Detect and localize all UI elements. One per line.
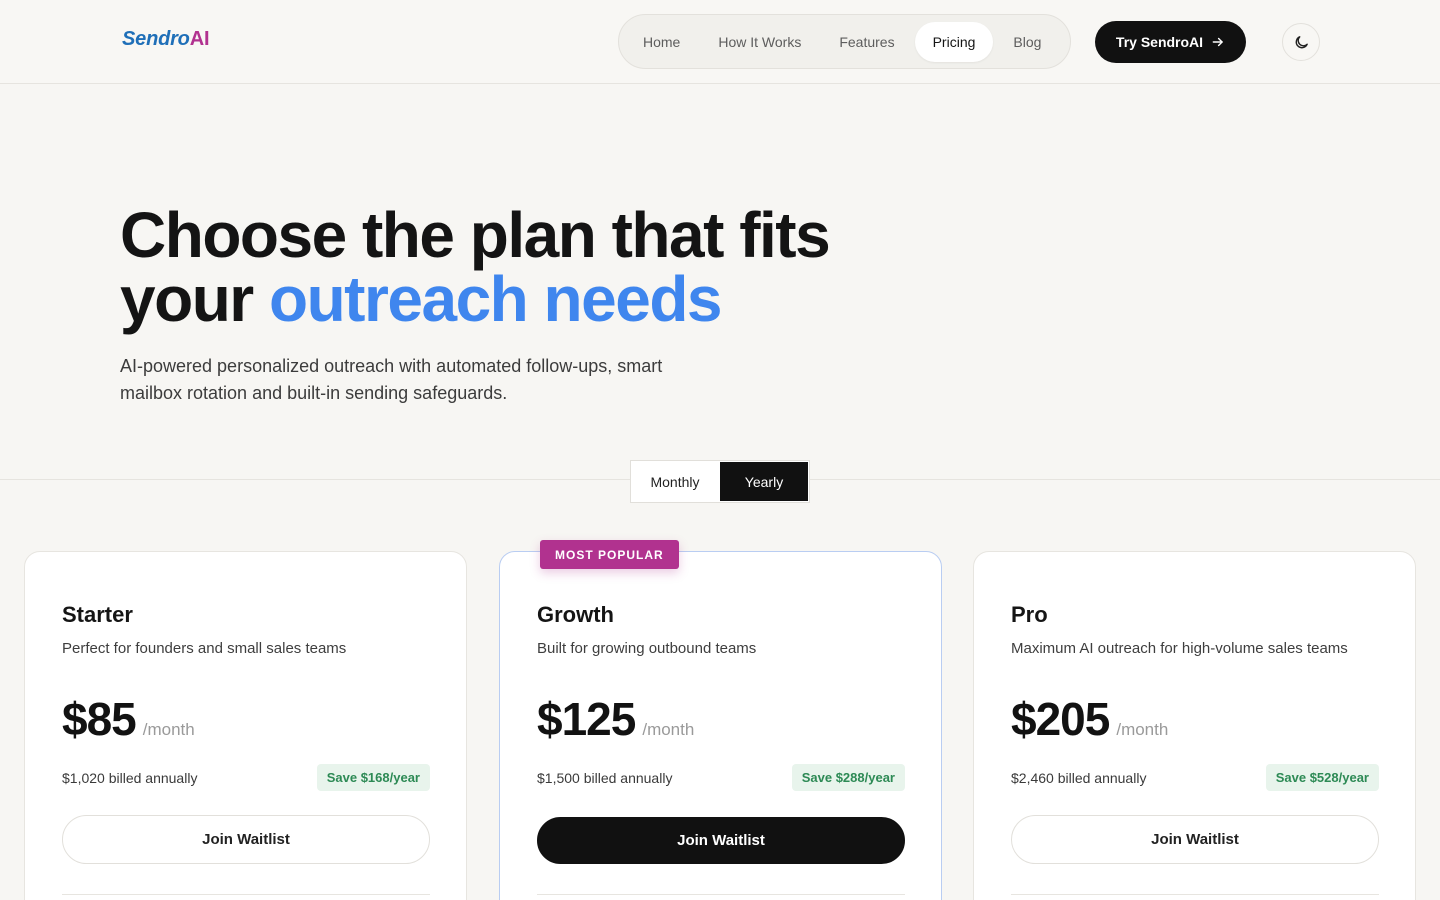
billing-option-yearly[interactable]: Yearly [720,462,808,501]
nav-item-pricing[interactable]: Pricing [914,21,994,62]
savings-badge: Save $528/year [1265,764,1379,791]
plan-card-starter: Starter Perfect for founders and small s… [24,551,467,900]
billing-option-monthly[interactable]: Monthly [631,461,719,502]
billed-annually: $1,500 billed annually [537,769,673,786]
site-header: SendroAI Home How It Works Features Pric… [0,0,1440,84]
moon-icon [1295,35,1308,48]
try-sendroai-button[interactable]: Try SendroAI [1095,21,1246,63]
card-divider [1011,894,1379,895]
main-nav: Home How It Works Features Pricing Blog [618,14,1071,69]
plan-period: /month [642,720,695,739]
billing-row: $1,500 billed annually Save $288/year [537,764,905,791]
page-title-line1: Choose the plan that fits [120,199,831,271]
page-title: Choose the plan that fits your outreach … [120,203,880,331]
price-row: $125 /month [537,692,905,745]
plan-price: $205 [1011,693,1110,745]
plan-price: $85 [62,693,137,745]
page-title-line2-prefix: your [120,263,269,335]
nav-item-features[interactable]: Features [821,22,912,62]
page-title-accent: outreach needs [268,263,723,335]
savings-badge: Save $288/year [791,764,905,791]
page-subtitle: AI-powered personalized outreach with au… [120,356,663,403]
plan-description: Maximum AI outreach for high-volume sale… [1011,640,1348,657]
plan-card-growth: MOST POPULAR Growth Built for growing ou… [499,540,942,900]
theme-toggle-button[interactable] [1282,23,1320,61]
plan-description: Perfect for founders and small sales tea… [62,640,347,657]
savings-badge: Save $168/year [316,764,430,791]
plan-description: Built for growing outbound teams [537,640,757,657]
billed-annually: $2,460 billed annually [1011,769,1147,786]
join-waitlist-button-growth[interactable]: Join Waitlist [537,817,905,864]
brand-logo-part2: AI [189,28,210,50]
plan-name: Starter [62,602,133,627]
nav-item-how-it-works[interactable]: How It Works [700,22,819,62]
plan-card-pro: Pro Maximum AI outreach for high-volume … [973,551,1416,900]
most-popular-badge: MOST POPULAR [540,540,679,569]
price-row: $85 /month [62,692,430,745]
nav-item-blog[interactable]: Blog [995,22,1059,62]
billing-row: $2,460 billed annually Save $528/year [1011,764,1379,791]
plan-name: Pro [1011,602,1048,627]
arrow-right-icon [1212,37,1223,47]
card-divider [537,894,905,895]
brand-logo[interactable]: SendroAI [122,28,210,51]
nav-item-home[interactable]: Home [625,22,698,62]
price-row: $205 /month [1011,692,1379,745]
plan-period: /month [142,720,195,739]
plan-period: /month [1116,720,1169,739]
try-sendroai-label: Try SendroAI [1115,34,1204,50]
billing-row: $1,020 billed annually Save $168/year [62,764,430,791]
plan-price: $125 [537,693,636,745]
billing-toggle: Monthly Yearly [630,460,810,503]
card-divider [62,894,430,895]
plan-name: Growth [537,602,614,627]
join-waitlist-button-starter[interactable]: Join Waitlist [62,815,430,864]
brand-logo-part1: Sendro [122,28,190,50]
billed-annually: $1,020 billed annually [62,769,198,786]
join-waitlist-button-pro[interactable]: Join Waitlist [1011,815,1379,864]
